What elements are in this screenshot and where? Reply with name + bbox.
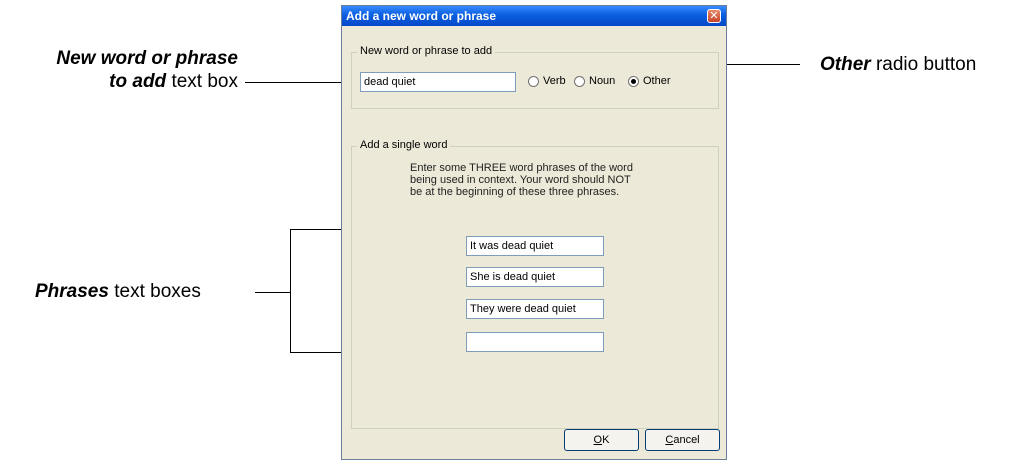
cancel-button-label: ancel bbox=[673, 434, 700, 446]
cancel-button[interactable]: Cancel bbox=[645, 429, 720, 451]
callout-word-line1: New word or phrase bbox=[56, 48, 238, 69]
new-word-group-legend: New word or phrase to add bbox=[357, 45, 496, 57]
radio-verb[interactable]: Verb bbox=[528, 74, 573, 90]
radio-other[interactable]: Other bbox=[628, 74, 678, 90]
callout-other-radio: Other radio button bbox=[820, 53, 976, 76]
instructions-text: Enter some THREE word phrases of the wor… bbox=[410, 162, 680, 198]
ok-button-hotkey: O bbox=[593, 434, 603, 446]
callout-word-line2-bold: to add bbox=[109, 71, 167, 92]
single-word-group-legend: Add a single word bbox=[357, 139, 451, 151]
radio-noun[interactable]: Noun bbox=[574, 74, 624, 90]
phrase-input-1[interactable]: It was dead quiet bbox=[466, 236, 604, 256]
ok-button-label: K bbox=[602, 434, 610, 446]
close-icon[interactable]: ✕ bbox=[707, 9, 721, 23]
callout-other-rest: radio button bbox=[870, 54, 977, 75]
dialog-title: Add a new word or phrase bbox=[346, 9, 497, 23]
phrase-input-4[interactable] bbox=[466, 332, 604, 352]
instructions-line-1: Enter some THREE word phrases of the wor… bbox=[410, 162, 633, 174]
radio-other-circle[interactable] bbox=[628, 76, 639, 87]
callout-phrases: Phrases text boxes bbox=[35, 280, 201, 303]
instructions-line-2: being used in context. Your word should … bbox=[410, 174, 631, 186]
instructions-line-3: be at the beginning of these three phras… bbox=[410, 186, 620, 198]
radio-other-label: Other bbox=[643, 75, 671, 87]
callout-word-line2-rest: text box bbox=[166, 71, 238, 92]
new-word-input[interactable]: dead quiet bbox=[360, 72, 516, 92]
radio-noun-circle[interactable] bbox=[574, 76, 585, 87]
callout-word-textbox: New word or phrase to add text box bbox=[8, 47, 238, 93]
callout-phrases-rest: text boxes bbox=[108, 281, 201, 302]
phrase-input-3[interactable]: They were dead quiet bbox=[466, 299, 604, 319]
radio-verb-circle[interactable] bbox=[528, 76, 539, 87]
radio-verb-label: Verb bbox=[543, 75, 566, 87]
radio-noun-label: Noun bbox=[589, 75, 616, 87]
callout-word-leader bbox=[245, 82, 345, 83]
add-word-dialog: Add a new word or phrase ✕ New word or p… bbox=[341, 5, 727, 460]
callout-phrases-bold: Phrases bbox=[35, 281, 109, 302]
callout-other-bold: Other bbox=[820, 54, 871, 75]
dialog-titlebar[interactable]: Add a new word or phrase ✕ bbox=[342, 6, 726, 26]
callout-phrases-bracket-v bbox=[290, 229, 291, 353]
callout-phrases-leader bbox=[255, 292, 290, 293]
phrase-input-2[interactable]: She is dead quiet bbox=[466, 267, 604, 287]
ok-button[interactable]: OK bbox=[564, 429, 639, 451]
